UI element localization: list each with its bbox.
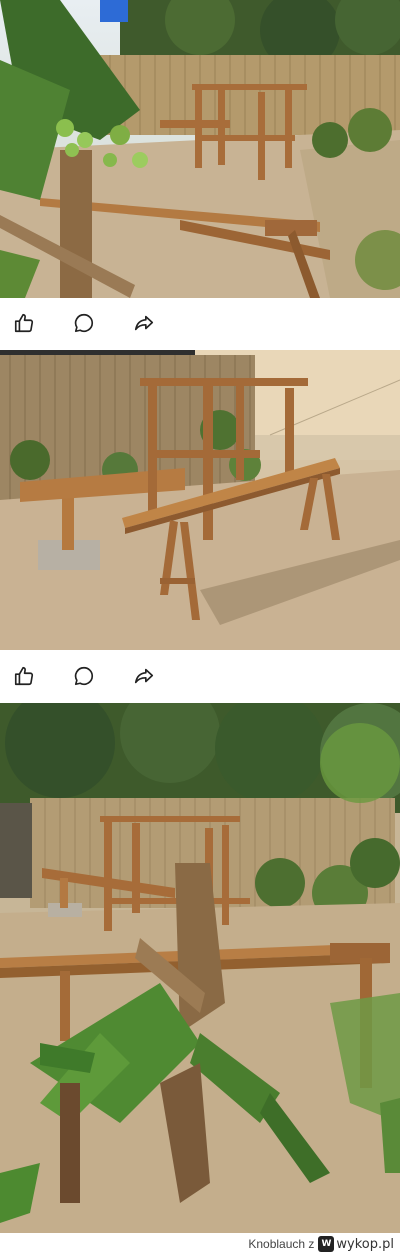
- comment-icon[interactable]: [72, 664, 96, 688]
- share-icon[interactable]: [132, 664, 156, 688]
- comment-icon[interactable]: [72, 311, 96, 335]
- post-actions-2: [0, 651, 400, 701]
- photo-1-image: [0, 0, 400, 298]
- photo-2-image: [0, 350, 400, 650]
- wykop-brand[interactable]: W wykop.pl: [318, 1236, 394, 1252]
- photo-3-image: [0, 703, 400, 1233]
- thumbs-up-icon[interactable]: [12, 311, 36, 335]
- footer-watermark: Knoblauch z W wykop.pl: [0, 1233, 400, 1255]
- wykop-logo-icon: W: [318, 1236, 335, 1252]
- thumbs-up-icon[interactable]: [12, 664, 36, 688]
- photo-wooden-playground-3[interactable]: [0, 703, 400, 1233]
- photo-wooden-playground-1[interactable]: [0, 0, 400, 298]
- brand-name: wykop.pl: [336, 1236, 394, 1252]
- credit-text: Knoblauch z: [248, 1237, 315, 1251]
- photo-wooden-playground-2[interactable]: [0, 350, 400, 650]
- share-icon[interactable]: [132, 311, 156, 335]
- post-actions-1: [0, 298, 400, 348]
